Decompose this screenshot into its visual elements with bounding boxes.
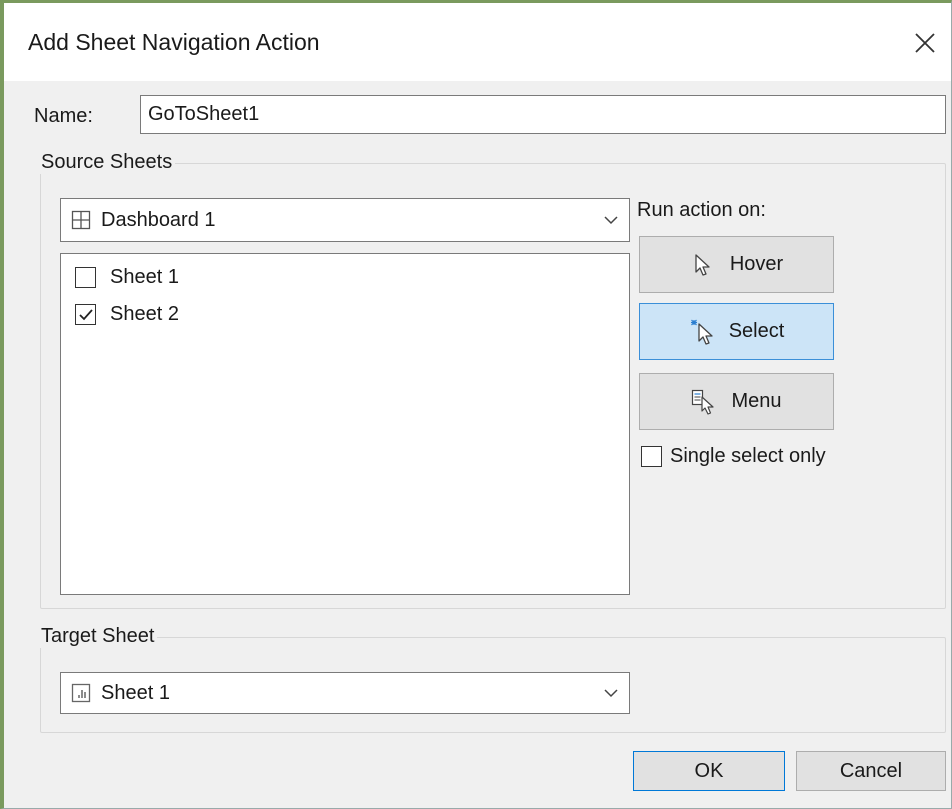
sheet-1-checkbox[interactable] — [75, 267, 96, 288]
target-sheet-dropdown[interactable]: Sheet 1 — [60, 672, 630, 714]
select-button-label: Select — [728, 320, 785, 342]
checkmark-icon — [78, 308, 93, 320]
hover-button-label: Hover — [729, 253, 784, 275]
add-sheet-navigation-action-dialog: Add Sheet Navigation Action Name: Source… — [0, 0, 952, 809]
chevron-down-icon — [604, 216, 618, 225]
source-sheet-item-sheet-1[interactable]: Sheet 1 — [75, 266, 179, 289]
dialog-title: Add Sheet Navigation Action — [28, 29, 320, 55]
title-bar: Add Sheet Navigation Action — [4, 3, 951, 81]
dashboard-icon — [71, 210, 91, 230]
worksheet-icon — [71, 683, 91, 703]
target-sheet-value: Sheet 1 — [101, 681, 170, 704]
menu-button-label: Menu — [731, 390, 782, 412]
source-dashboard-dropdown[interactable]: Dashboard 1 — [60, 198, 630, 242]
source-dashboard-value: Dashboard 1 — [101, 208, 216, 231]
target-sheet-label: Target Sheet — [38, 625, 158, 648]
ok-button[interactable]: OK — [633, 751, 785, 791]
close-button[interactable] — [905, 23, 945, 63]
sheet-2-checkbox[interactable] — [75, 304, 96, 325]
run-action-on-label: Run action on: — [637, 199, 766, 221]
cancel-button[interactable]: Cancel — [796, 751, 946, 791]
sheet-2-label: Sheet 2 — [110, 303, 179, 325]
menu-pointer-icon — [691, 389, 717, 415]
single-select-only-checkbox[interactable] — [641, 446, 662, 467]
single-select-only-option[interactable]: Single select only — [641, 445, 826, 468]
select-pointer-icon — [689, 319, 715, 345]
select-button[interactable]: Select — [639, 303, 834, 360]
name-input[interactable] — [140, 95, 946, 134]
name-label: Name: — [34, 105, 93, 127]
chevron-down-icon — [604, 689, 618, 698]
source-sheets-list: Sheet 1 Sheet 2 — [60, 253, 630, 595]
menu-button[interactable]: Menu — [639, 373, 834, 430]
hover-button[interactable]: Hover — [639, 236, 834, 293]
close-icon — [915, 33, 935, 53]
sheet-1-label: Sheet 1 — [110, 266, 179, 288]
single-select-only-label: Single select only — [670, 445, 826, 467]
hover-pointer-icon — [690, 252, 716, 278]
source-sheet-item-sheet-2[interactable]: Sheet 2 — [75, 303, 179, 326]
source-sheets-label: Source Sheets — [38, 151, 176, 174]
